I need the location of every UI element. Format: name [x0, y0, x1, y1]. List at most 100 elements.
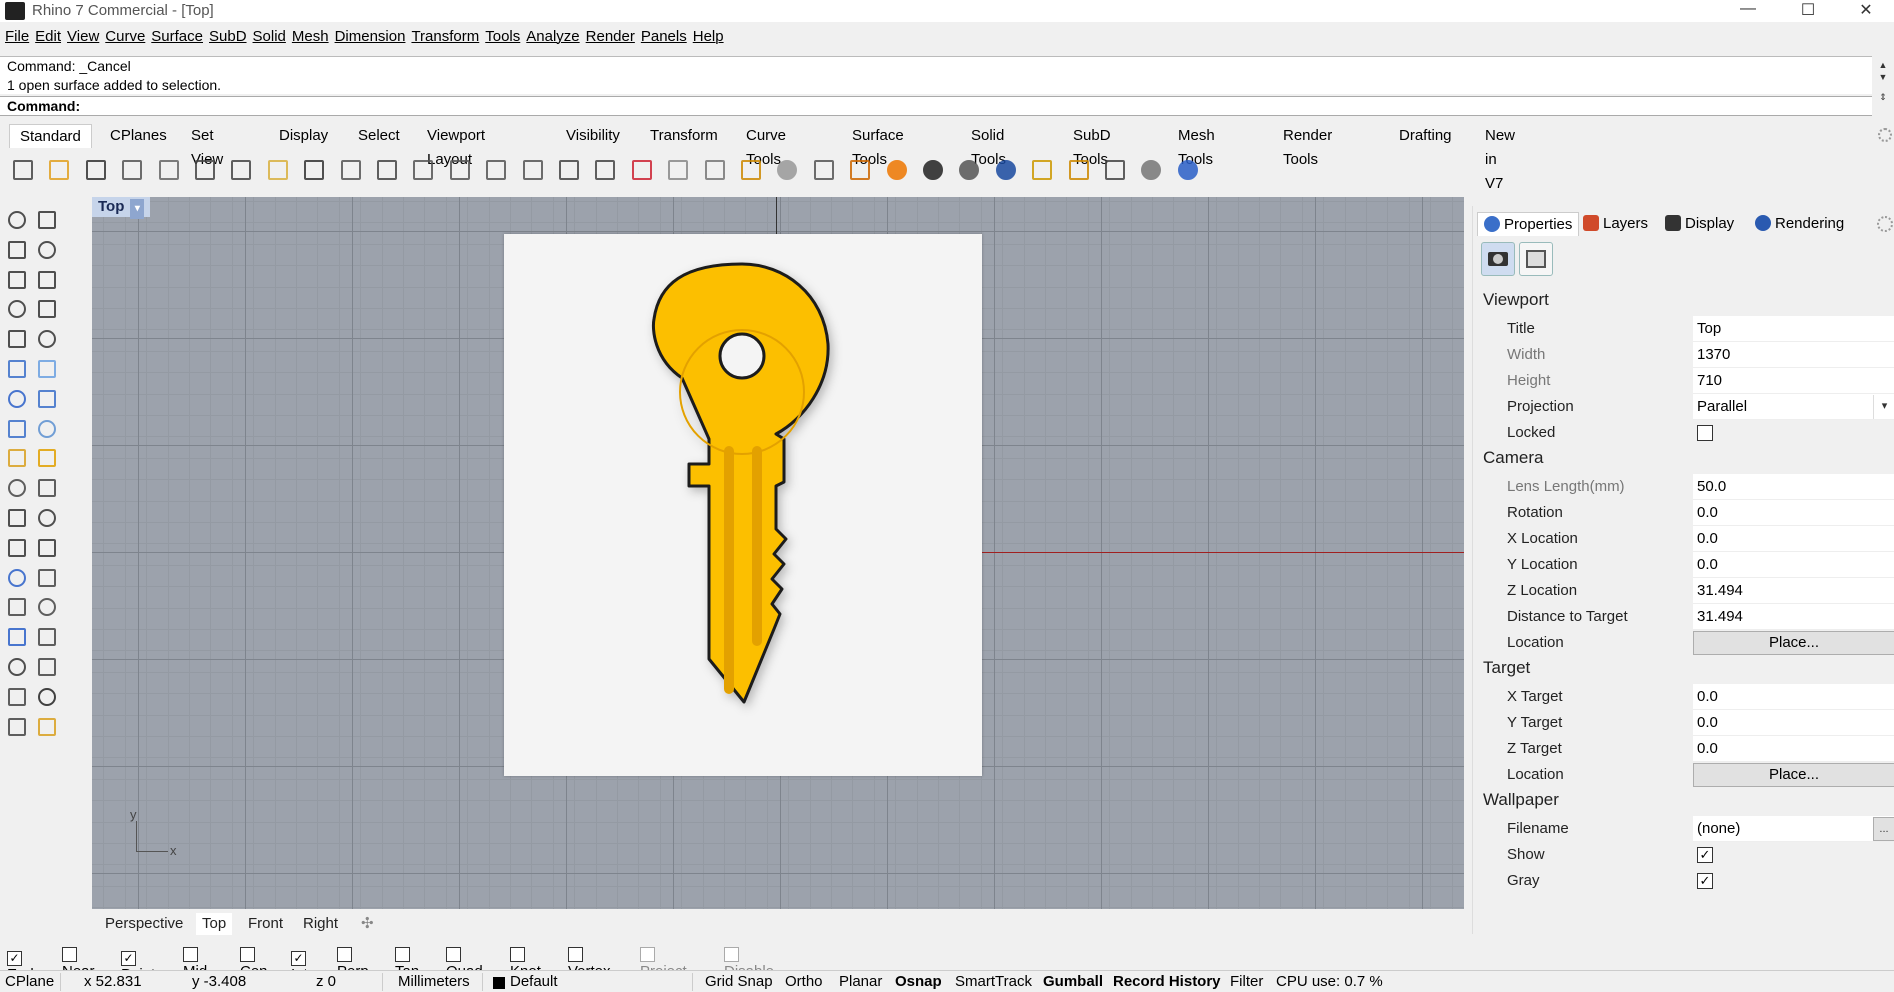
- top-viewport[interactable]: Top ▾ y x: [92, 197, 1464, 909]
- checkbox[interactable]: [183, 947, 198, 962]
- render-icon[interactable]: [1138, 156, 1164, 184]
- property-value[interactable]: Top: [1693, 316, 1894, 342]
- points-icon[interactable]: [738, 156, 764, 184]
- checkbox[interactable]: [395, 947, 410, 962]
- lock-icon[interactable]: [811, 156, 837, 184]
- place-button[interactable]: Place...: [1693, 763, 1894, 787]
- checkbox[interactable]: [62, 947, 77, 962]
- zoom-extents-icon[interactable]: [483, 156, 509, 184]
- menu-surface[interactable]: Surface: [151, 28, 203, 45]
- checkbox[interactable]: [724, 947, 739, 962]
- menu-view[interactable]: View: [67, 28, 99, 45]
- tab-layers[interactable]: Layers: [1583, 212, 1648, 236]
- print-icon[interactable]: [119, 156, 145, 184]
- property-value[interactable]: 0.0: [1693, 552, 1894, 578]
- viewport-title[interactable]: Top ▾: [92, 197, 151, 219]
- tab-new-in-v7[interactable]: New in V7: [1475, 124, 1525, 192]
- checkbox[interactable]: ✓: [291, 951, 306, 966]
- menu-help[interactable]: Help: [693, 28, 724, 45]
- sphere-wireframe-icon[interactable]: [920, 156, 946, 184]
- copy-icon[interactable]: [228, 156, 254, 184]
- smarttrack-toggle[interactable]: SmartTrack: [955, 973, 1032, 990]
- undo-icon[interactable]: [301, 156, 327, 184]
- tab-select[interactable]: Select: [348, 124, 410, 148]
- command-prompt[interactable]: Command:: [0, 96, 1872, 116]
- filter-toggle[interactable]: Filter: [1230, 973, 1263, 990]
- tab-mesh-tools[interactable]: Mesh Tools: [1168, 124, 1225, 168]
- box-icon[interactable]: [3, 385, 31, 413]
- checkbox[interactable]: [337, 947, 352, 962]
- cylinder-icon[interactable]: [3, 415, 31, 443]
- checkbox[interactable]: [446, 947, 461, 962]
- panel-settings-icon[interactable]: [1877, 216, 1893, 232]
- pan-icon[interactable]: [338, 156, 364, 184]
- status-layer[interactable]: Default: [510, 973, 558, 990]
- menu-dimension[interactable]: Dimension: [335, 28, 406, 45]
- trim-icon[interactable]: [33, 474, 61, 502]
- tab-subd-tools[interactable]: SubD Tools: [1063, 124, 1121, 168]
- property-value[interactable]: 31.494: [1693, 604, 1894, 630]
- text-icon[interactable]: [3, 564, 31, 592]
- tab-viewport-layout[interactable]: Viewport Layout: [417, 124, 495, 168]
- property-value[interactable]: 0.0: [1693, 526, 1894, 552]
- open-icon[interactable]: [46, 156, 72, 184]
- scroll-down-icon[interactable]: ▼: [1874, 72, 1892, 82]
- tab-properties[interactable]: Properties: [1477, 212, 1580, 236]
- settings-gear-icon[interactable]: [1066, 156, 1092, 184]
- tab-perspective[interactable]: Perspective: [105, 913, 183, 935]
- help-icon[interactable]: [1175, 156, 1201, 184]
- tab-solid-tools[interactable]: Solid Tools: [961, 124, 1016, 168]
- new-icon[interactable]: [10, 156, 36, 184]
- scroll-up-icon[interactable]: ▲: [1874, 60, 1892, 70]
- menu-render[interactable]: Render: [586, 28, 635, 45]
- sphere-rendered-icon[interactable]: [993, 156, 1019, 184]
- tab-visibility[interactable]: Visibility: [556, 124, 630, 148]
- viewport-frame-icon[interactable]: [1519, 242, 1553, 276]
- select-icon[interactable]: [3, 206, 31, 234]
- menu-analyze[interactable]: Analyze: [526, 28, 579, 45]
- checkbox[interactable]: ✓: [7, 951, 22, 966]
- circle-icon[interactable]: [3, 266, 31, 294]
- rotate-view-icon[interactable]: [374, 156, 400, 184]
- grid-snap-toggle[interactable]: Grid Snap: [705, 973, 773, 990]
- zoom-window-icon[interactable]: [447, 156, 473, 184]
- tab-display[interactable]: Display: [1665, 212, 1734, 236]
- render-icon[interactable]: [33, 713, 61, 741]
- menu-curve[interactable]: Curve: [105, 28, 145, 45]
- array-icon[interactable]: [3, 593, 31, 621]
- check-icon[interactable]: [33, 683, 61, 711]
- rectangle-icon[interactable]: [33, 295, 61, 323]
- rotate-icon[interactable]: [556, 156, 582, 184]
- tab-right[interactable]: Right: [303, 913, 338, 935]
- sphere-shaded-icon[interactable]: [956, 156, 982, 184]
- light-icon[interactable]: [774, 156, 800, 184]
- checkbox[interactable]: [240, 947, 255, 962]
- menu-panels[interactable]: Panels: [641, 28, 687, 45]
- checkbox[interactable]: [568, 947, 583, 962]
- ellipse-icon[interactable]: [33, 266, 61, 294]
- property-value[interactable]: 31.494: [1693, 578, 1894, 604]
- place-button[interactable]: Place...: [1693, 631, 1894, 655]
- menu-mesh[interactable]: Mesh: [292, 28, 329, 45]
- align-icon[interactable]: [33, 593, 61, 621]
- solid-icon[interactable]: [3, 623, 31, 651]
- four-viewports-icon[interactable]: [592, 156, 618, 184]
- offset-icon[interactable]: [3, 534, 31, 562]
- property-value[interactable]: 0.0: [1693, 500, 1894, 526]
- browse-button[interactable]: ...: [1873, 817, 1894, 841]
- tab-surface-tools[interactable]: Surface Tools: [842, 124, 914, 168]
- tab-top[interactable]: Top: [196, 913, 233, 935]
- arrow-up-icon[interactable]: [33, 444, 61, 472]
- grid-icon[interactable]: [665, 156, 691, 184]
- tab-curve-tools[interactable]: Curve Tools: [736, 124, 796, 168]
- minimize-button[interactable]: —: [1722, 0, 1774, 22]
- add-viewport-icon[interactable]: ✣: [361, 913, 374, 935]
- group-icon[interactable]: [33, 504, 61, 532]
- menu-solid[interactable]: Solid: [253, 28, 286, 45]
- status-cplane[interactable]: CPlane: [5, 973, 54, 990]
- color-wheel-icon[interactable]: [884, 156, 910, 184]
- osnap-toggle[interactable]: Osnap: [895, 973, 942, 990]
- arc-icon[interactable]: [3, 325, 31, 353]
- tab-drafting[interactable]: Drafting: [1389, 124, 1462, 148]
- dimension-icon[interactable]: [1102, 156, 1128, 184]
